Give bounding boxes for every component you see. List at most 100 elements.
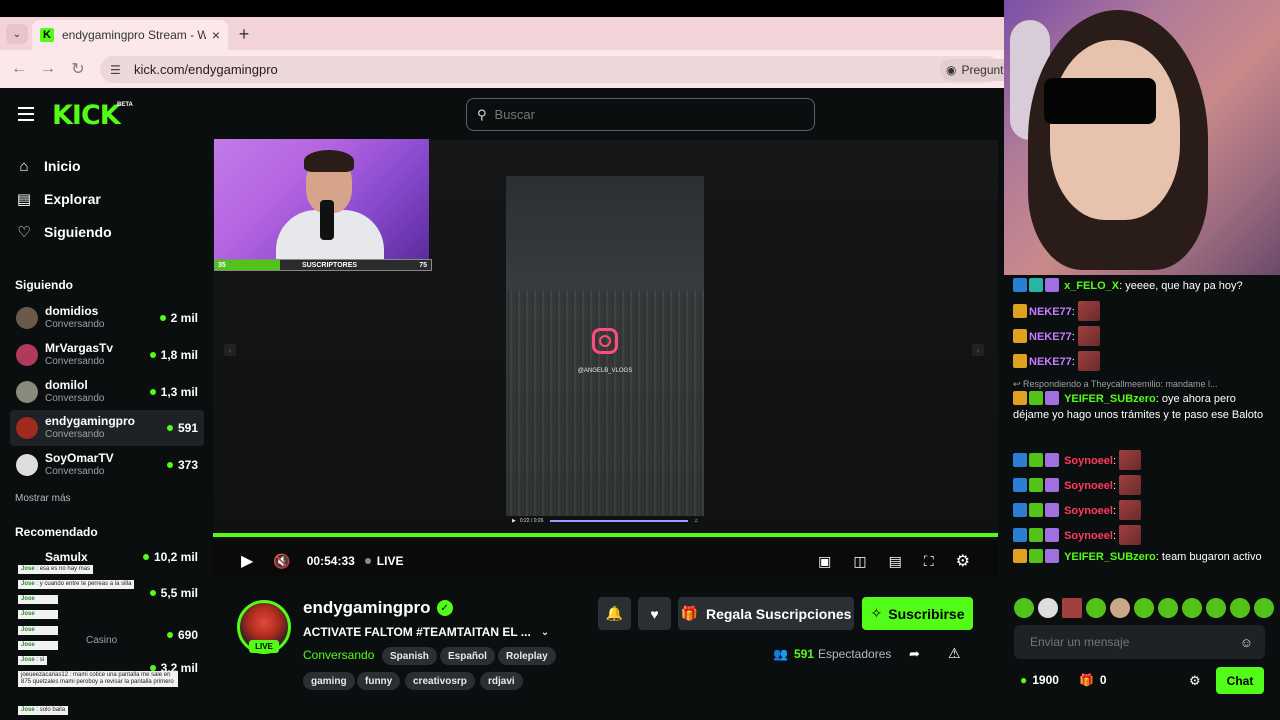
avatar (16, 307, 38, 329)
search-input[interactable] (494, 107, 671, 122)
follow-button[interactable]: ♥ (638, 597, 671, 630)
emote-quick-bar[interactable] (1014, 598, 1274, 618)
emote-icon (1062, 598, 1082, 618)
miniplayer-icon[interactable]: ▣ (818, 553, 831, 570)
gift-icon: 🎁 (1078, 673, 1094, 687)
stream-time: 00:54:33 (306, 554, 355, 568)
close-tab-icon[interactable]: × (212, 27, 220, 43)
viewer-count-display: 👥 591 Espectadores (773, 647, 891, 661)
star-icon: ✧ (870, 605, 883, 621)
overlay-chat-line: Jose (18, 610, 58, 619)
phone-time: 0:22 / 0:26 (519, 518, 544, 524)
back-button[interactable]: ← (8, 58, 30, 80)
chat-message: Soynoeel: (1013, 500, 1265, 520)
chat-input-box[interactable]: ☺ (1014, 625, 1265, 659)
chat-username: Soynoeel (1064, 505, 1113, 517)
chat-message: NEKE77: (1013, 301, 1265, 321)
overlay-chat-line: Jose (18, 595, 58, 604)
clip-icon[interactable]: ◫ (853, 553, 866, 570)
following-item[interactable]: MrVargasTv Conversando 1,8 mil (10, 337, 204, 373)
following-item[interactable]: domidios Conversando 2 mil (10, 300, 204, 336)
following-item[interactable]: domilol Conversando 1,3 mil (10, 374, 204, 410)
nav-explorar[interactable]: ▤ Explorar (16, 187, 101, 211)
instagram-handle: @ANGELB_VLOGS (577, 368, 633, 374)
following-item-active[interactable]: endygamingpro Conversando 591 (10, 410, 204, 446)
theater-mode-icon[interactable]: ▤ (889, 553, 902, 570)
forward-button[interactable]: → (37, 58, 59, 80)
tab-list-button[interactable]: ⌄ (6, 24, 28, 44)
reload-button[interactable]: ↻ (67, 58, 89, 80)
chat-send-button[interactable]: Chat (1216, 667, 1264, 694)
video-progress-bar[interactable] (213, 533, 998, 537)
stream-title[interactable]: ACTIVATE FALTOM #TEAMTAITAN EL ... ⌄ (303, 625, 549, 639)
emote-icon (1206, 598, 1226, 618)
nav-siguiendo[interactable]: ♡ Siguiendo (16, 220, 111, 244)
emote-icon (1086, 598, 1106, 618)
tab-title: endygamingpro Stream - Watc (62, 28, 206, 42)
address-bar[interactable]: ☰ kick.com/endygamingpro (100, 56, 1000, 83)
tag[interactable]: creativosrp (405, 672, 475, 690)
new-tab-button[interactable]: + (234, 24, 254, 44)
nav-inicio[interactable]: ⌂ Inicio (16, 154, 81, 178)
chat-emote (1077, 351, 1100, 371)
category-link[interactable]: Conversando (303, 648, 374, 662)
chevron-down-icon[interactable]: ⌄ (541, 627, 549, 638)
ask-label: Pregunta (961, 63, 1011, 77)
kick-logo[interactable]: KICK (52, 100, 121, 131)
chat-message: x_FELO_X: yeeee, que hay pa hoy? (1013, 278, 1265, 294)
viewer-count: 1,8 mil (149, 348, 198, 362)
chat-username: NEKE77 (1029, 306, 1072, 318)
emoji-icon[interactable]: ☺ (1240, 635, 1253, 650)
tag[interactable]: Roleplay (498, 647, 556, 665)
play-button[interactable]: ▶ (241, 551, 253, 571)
tag[interactable]: Español (440, 647, 495, 665)
report-icon[interactable]: ⚠ (948, 645, 961, 662)
tag[interactable]: rdjavi (480, 672, 523, 690)
chat-message: NEKE77: (1013, 326, 1265, 346)
chat-message: YEIFER_SUBzero: team bugaron activo (1013, 549, 1265, 565)
menu-icon[interactable] (18, 107, 34, 121)
mute-button[interactable]: 🔇 (273, 553, 290, 570)
recommended-title: Recomendado (15, 525, 98, 539)
notification-bell-button[interactable]: 🔔 (598, 597, 631, 630)
tag[interactable]: Spanish (382, 647, 437, 665)
viewer-count: 2 mil (159, 311, 198, 325)
gift-subs-button[interactable]: 🎁 Regala Suscripciones (678, 597, 854, 630)
tag[interactable]: gaming (303, 672, 355, 690)
following-item[interactable]: SoyOmarTV Conversando 373 (10, 447, 204, 483)
reply-indicator[interactable]: ↩ Respondiendo a Theycallmeemilio: manda… (1013, 379, 1263, 390)
search-box[interactable]: ⚲ (466, 98, 815, 131)
viewers-number: 591 (793, 647, 814, 661)
viewer-count: 591 (166, 421, 198, 435)
chat-message-input[interactable] (1030, 635, 1240, 649)
share-icon[interactable]: ➦ (909, 646, 920, 662)
site-info-icon[interactable]: ☰ (110, 63, 124, 77)
sub-goal-target: 75 (419, 261, 427, 269)
top-strip (0, 0, 1004, 17)
channel-name-title[interactable]: endygamingpro ✓ (303, 598, 453, 618)
chat-text: yeeee, que hay pa hoy? (1125, 280, 1243, 292)
browser-tab[interactable]: K endygamingpro Stream - Watc × (32, 20, 228, 50)
show-more-link[interactable]: Mostrar más (15, 493, 71, 504)
viewer-count: 5,5 mil (149, 586, 198, 600)
crowd-image (506, 290, 704, 516)
channel-category: Conversando (45, 466, 105, 477)
url-text: kick.com/endygamingpro (134, 62, 278, 77)
channel-points[interactable]: ● 1900 🎁 0 (1020, 673, 1107, 687)
chat-settings-icon[interactable]: ⚙ (1189, 673, 1201, 689)
subscribe-button[interactable]: ✧ Suscribirse (862, 597, 973, 630)
tag[interactable]: funny (357, 672, 401, 690)
channel-name: endygamingpro (45, 414, 136, 428)
channel-category: Conversando (45, 429, 105, 440)
nav-label: Inicio (44, 158, 81, 174)
viewer-count: 373 (166, 458, 198, 472)
live-indicator[interactable]: LIVE (364, 554, 403, 568)
chat-emote (1119, 475, 1142, 495)
overlay-chat-line: joeueezacarias12 : mami cotice una panta… (18, 671, 178, 687)
channel-category: Conversando (45, 319, 105, 330)
viewers-label: Espectadores (817, 647, 892, 661)
fullscreen-icon[interactable]: ⛶ (924, 553, 934, 570)
chat-message: Soynoeel: (1013, 475, 1265, 495)
settings-icon[interactable]: ⚙ (956, 551, 970, 571)
overlay-chat-line: Jose (18, 641, 58, 650)
